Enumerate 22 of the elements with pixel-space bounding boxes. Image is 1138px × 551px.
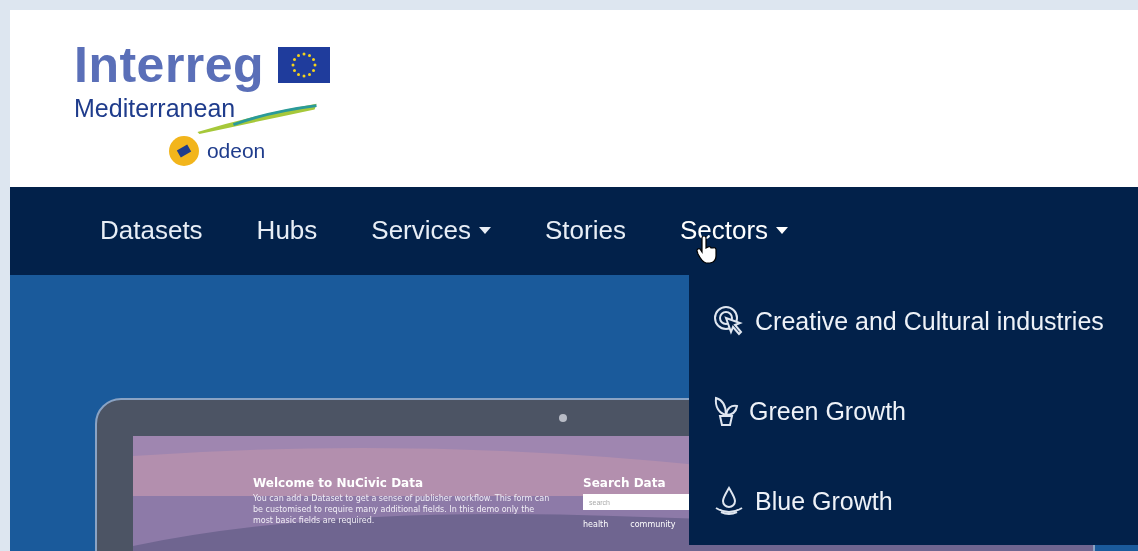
menu-item[interactable]: Blue Growth [713, 482, 1138, 520]
search-title: Search Data [583, 476, 667, 490]
target-cursor-icon [713, 305, 745, 337]
menu-item[interactable]: Creative and Cultural industries [713, 302, 1138, 340]
preview-title: Welcome to NuCivic Data [253, 476, 425, 490]
menu-item[interactable]: Green Growth [713, 392, 1138, 430]
logo-name: odeon [206, 139, 266, 163]
plant-pot-icon [713, 395, 739, 427]
logo-region: Mediterranean [74, 94, 236, 123]
logo-title: Interreg [74, 40, 265, 90]
nav-link[interactable]: Stories [545, 214, 626, 248]
preview-text: You can add a Dataset to get a sense of publisher workflow. This form can be customised to require many additional fields. In this demo only the most basic fields are required. [253, 494, 551, 527]
logo-icon [168, 136, 199, 166]
tag-link[interactable]: community [630, 520, 676, 529]
nav-link[interactable]: Datasets [100, 214, 203, 248]
water-drop-icon [713, 486, 745, 516]
nav-link[interactable]: Services [371, 214, 491, 248]
flag-icon [278, 47, 331, 83]
camera-dot [559, 414, 567, 422]
nav-link[interactable]: Hubs [256, 214, 318, 248]
nav-link[interactable]: Sectors [679, 214, 789, 248]
tag-link[interactable]: health [583, 520, 609, 529]
